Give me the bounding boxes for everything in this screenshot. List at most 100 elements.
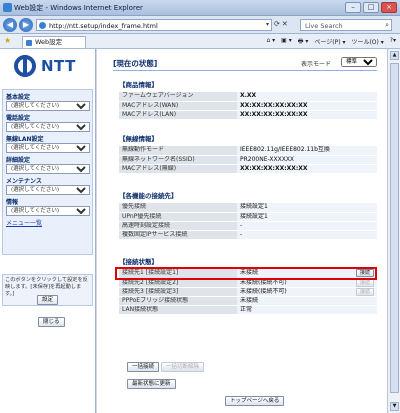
row-label: UPnP優先接続 [119,212,237,222]
highlight-box [115,267,377,280]
menu-select[interactable]: (選択してください) [6,143,90,153]
menu-label: メンテナンス [6,178,42,185]
url-text: http://ntt.setup/index_frame.html [49,22,158,30]
close-window-button[interactable]: × [381,2,397,13]
connect-button-3[interactable]: 接続 [355,287,374,295]
product-info-section: 【商品情報】 ファームウェアバージョン X.XX MACアドレス(WAN) XX:X… [119,79,377,120]
menu-group-basic: 基本設定 (選択してください) [6,92,90,111]
table-row: 接続先3 [接続設定3] 未接続(接続不可) 接続 [119,287,377,297]
feeds-button[interactable]: ▣ ▾ [281,37,292,47]
section-heading: 【各機能の接続先】 [119,192,178,200]
tools-menu[interactable]: ツール(O) ▾ [351,37,383,47]
table-row: ファームウェアバージョン X.XX [119,92,377,102]
menu-label: 無線LAN設定 [6,136,44,143]
forward-arrow-icon[interactable]: ▶ [19,18,33,32]
address-bar[interactable]: http://ntt.setup/index_frame.html ▾ [36,19,272,31]
menu-select[interactable]: (選択してください) [6,101,90,111]
row-label: LAN接続状態 [119,305,237,315]
vertical-scrollbar[interactable]: ▲ ▼ [387,49,400,413]
apply-button[interactable]: 設定 [37,295,59,305]
menu-select[interactable]: (選択してください) [6,164,90,174]
status-frame: [現在の状態] 表示モード 標準 【商品情報】 ファームウェアバージョン X.XX… [97,49,387,413]
menu-group-advanced: 詳細設定 (選択してください) [6,155,90,174]
search-icon[interactable]: ⌕ [385,21,389,30]
help-menu[interactable]: ?▾ [390,37,396,47]
minimize-button[interactable]: – [345,2,361,13]
table-row: LAN接続状態 正常 [119,305,377,315]
search-box[interactable]: Live Search ⌕ [300,19,392,31]
section-heading: 【商品情報】 [119,81,158,89]
row-value: PR200NE-XXXXXX [237,155,377,165]
menu-group-phone: 電話設定 (選択してください) [6,113,90,132]
section-heading: 【無線情報】 [119,135,158,143]
menu-label: 詳細設定 [6,157,31,164]
function-connection-section: 【各機能の接続先】 優先接続 接続設定1 UPnP優先接続 接続設定1 高速時刻設定… [119,190,377,240]
disconnect-all-button[interactable]: 一括切断解除 [160,362,204,372]
ntt-logo-mark-icon [14,55,36,77]
table-row: 複数固定IPサービス接続 - [119,230,377,240]
scroll-up-icon[interactable]: ▲ [390,51,399,60]
table-row: 無線動作モード IEEE802.11g/IEEE802.11b互換 [119,146,377,156]
menu-select[interactable]: (選択してください) [6,185,90,195]
menu-select[interactable]: (選択してください) [6,206,90,216]
row-label: 接続先3 [接続設定3] [119,287,237,297]
row-value: 未接続(接続不可) [237,287,353,297]
row-label: 優先接続 [119,203,237,213]
apply-notice: このボタンをクリックして設定を反映します。[未保存]を再起動します。] 設定 [2,274,93,306]
maximize-button[interactable]: □ [363,2,379,13]
home-button[interactable]: ⌂ ▾ [266,37,275,47]
product-info-table: ファームウェアバージョン X.XX MACアドレス(WAN) XX:XX:XX:XX… [119,92,377,120]
menu-select[interactable]: (選択してください) [6,122,90,132]
row-value: XX:XX:XX:XX:XX:XX [237,164,377,174]
favorites-star-icon[interactable]: ★ [4,36,11,45]
ie-app-icon [3,3,12,12]
close-button[interactable]: 閉じる [38,317,65,327]
table-row: PPPoEブリッジ接続状態 未接続 [119,296,377,306]
back-to-top-button[interactable]: トップページへ戻る [225,396,285,406]
menu-list-link[interactable]: メニュー一覧 [6,218,89,227]
connect-all-button[interactable]: 一括接続 [127,362,160,372]
page-title: [現在の状態] [113,59,158,68]
row-label: 複数固定IPサービス接続 [119,230,237,240]
scroll-thumb[interactable] [390,63,399,393]
menu-group-maintenance: メンテナンス (選択してください) [6,176,90,195]
table-row: 無線ネットワーク名(SSID) PR200NE-XXXXXX [119,155,377,165]
row-value: IEEE802.11g/IEEE802.11b互換 [237,146,377,156]
menu-label: 基本設定 [6,94,31,101]
refresh-status-button[interactable]: 最新状態に更新 [127,379,176,389]
row-value: 正常 [237,305,353,315]
menu-group-info: 情報 (選択してください) [6,197,90,216]
page-menu[interactable]: ページ(P) ▾ [314,37,345,47]
table-row: 高速時刻設定接続 - [119,221,377,231]
display-mode-select[interactable]: 標準 [341,57,377,67]
tab-title: Web設定 [35,38,63,46]
row-label: 無線動作モード [119,146,237,156]
table-row: MACアドレス(LAN) XX:XX:XX:XX:XX:XX [119,110,377,120]
ntt-logo: NTT [14,55,84,77]
row-label: 高速時刻設定接続 [119,221,237,231]
bulk-actions: 一括接続 一括切断解除 [127,362,204,372]
connection-state-section: 【接続状態】 接続先1 [接続設定1] 未接続 接続 接続先2 [接続設定2] 未接続… [115,256,377,315]
window-title: Web設定 - Windows Internet Explorer [14,4,143,12]
page-header: [現在の状態] 表示モード 標準 [113,55,377,71]
wireless-info-section: 【無線情報】 無線動作モード IEEE802.11g/IEEE802.11b互換 … [119,133,377,174]
row-label: MACアドレス(無線) [119,164,237,174]
row-label: ファームウェアバージョン [119,92,237,102]
back-arrow-icon[interactable]: ◀ [3,18,17,32]
row-value: 未接続 [237,296,353,306]
row-label: PPPoEブリッジ接続状態 [119,296,237,306]
page-icon [39,22,46,29]
row-value: XX:XX:XX:XX:XX:XX [237,101,377,111]
refresh-stop-icons[interactable]: ⟳✕ [274,20,290,28]
print-button[interactable]: 🖶 ▾ [298,37,309,47]
menu-label: 情報 [6,199,19,206]
address-dropdown-icon[interactable]: ▾ [266,21,269,28]
browser-tab[interactable]: Web設定 [22,36,86,48]
ntt-logo-text: NTT [41,57,76,75]
settings-menu: 基本設定 (選択してください) 電話設定 (選択してください) 無線LAN設定 … [2,89,93,255]
scroll-down-icon[interactable]: ▼ [390,402,399,411]
section-heading: 【接続状態】 [119,258,158,266]
table-row: MACアドレス(WAN) XX:XX:XX:XX:XX:XX [119,101,377,111]
search-placeholder: Live Search [305,22,343,30]
command-buttons: ⌂ ▾ ▣ ▾ 🖶 ▾ ページ(P) ▾ ツール(O) ▾ ?▾ [266,37,396,47]
